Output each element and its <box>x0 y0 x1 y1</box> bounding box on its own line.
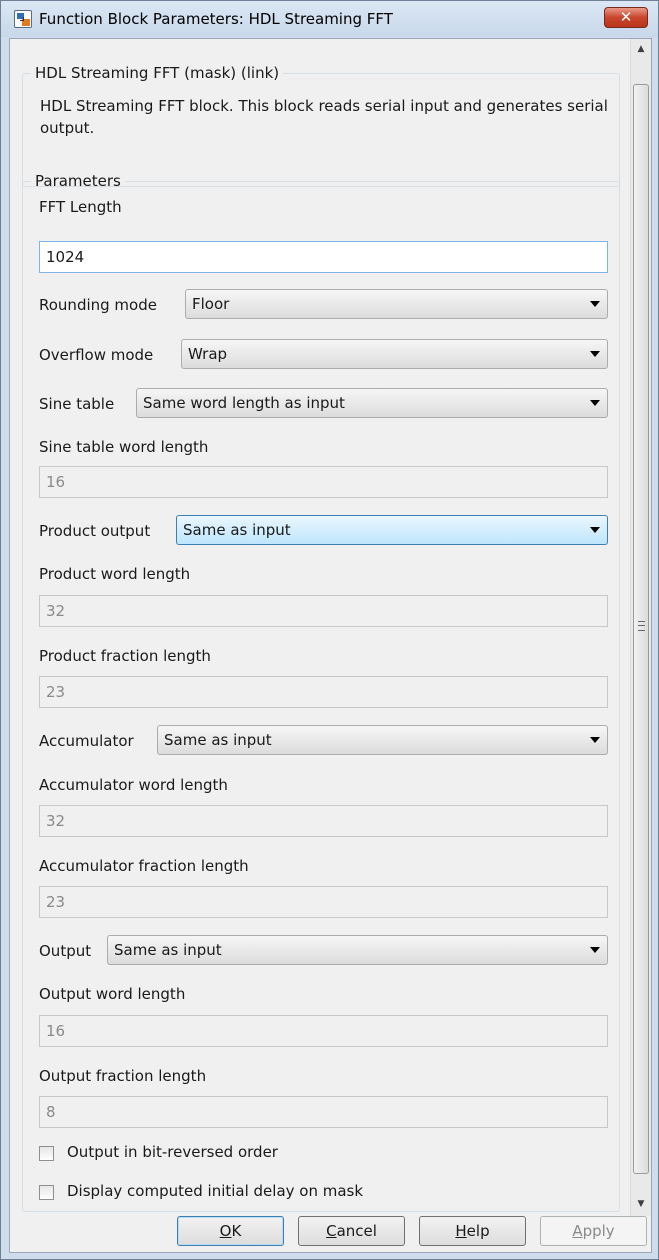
help-label-rest: elp <box>466 1222 490 1240</box>
output-value: Same as input <box>114 941 222 959</box>
output-word-length-field[interactable]: 16 <box>39 1015 608 1047</box>
rounding-mode-dropdown[interactable]: Floor <box>185 289 608 319</box>
output-dropdown[interactable]: Same as input <box>107 935 608 965</box>
ok-label-rest: K <box>231 1222 242 1240</box>
scroll-up-arrow-icon[interactable]: ▲ <box>631 39 651 59</box>
output-label: Output <box>39 942 92 960</box>
sine-table-word-length-label: Sine table word length <box>39 438 209 456</box>
scroll-down-arrow-icon[interactable]: ▼ <box>631 1194 651 1214</box>
output-word-length-label: Output word length <box>39 985 186 1003</box>
dialog-window: Function Block Parameters: HDL Streaming… <box>0 0 659 1260</box>
apply-mnemonic: A <box>572 1222 583 1240</box>
scroll-thumb[interactable] <box>633 84 649 1174</box>
fft-length-label: FFT Length <box>39 198 122 216</box>
vertical-scrollbar[interactable]: ▲ ▼ <box>630 39 651 1216</box>
cancel-mnemonic: C <box>326 1222 337 1240</box>
ok-button[interactable]: OK <box>177 1216 284 1246</box>
accumulator-value: Same as input <box>164 731 272 749</box>
dialog-client-area: HDL Streaming FFT (mask) (link) HDL Stre… <box>9 38 652 1253</box>
overflow-mode-label: Overflow mode <box>39 346 154 364</box>
accumulator-fraction-length-field[interactable]: 23 <box>39 886 608 918</box>
product-fraction-length-label: Product fraction length <box>39 647 211 665</box>
overflow-mode-value: Wrap <box>188 345 228 363</box>
chevron-down-icon <box>590 527 600 533</box>
apply-button[interactable]: Apply <box>540 1216 647 1246</box>
accumulator-dropdown[interactable]: Same as input <box>157 725 608 755</box>
bit-reversed-checkbox[interactable] <box>39 1146 54 1161</box>
sine-table-value: Same word length as input <box>143 394 345 412</box>
chevron-down-icon <box>590 301 600 307</box>
product-output-value: Same as input <box>183 521 291 539</box>
help-button[interactable]: Help <box>419 1216 526 1246</box>
product-word-length-label: Product word length <box>39 565 191 583</box>
close-button[interactable]: ✕ <box>604 7 648 28</box>
chevron-down-icon <box>590 947 600 953</box>
simulink-block-icon <box>14 10 32 28</box>
accumulator-word-length-field[interactable]: 32 <box>39 805 608 837</box>
description-group-title: HDL Streaming FFT (mask) (link) <box>35 64 280 82</box>
description-text: HDL Streaming FFT block. This block read… <box>40 97 608 137</box>
help-mnemonic: H <box>455 1222 467 1240</box>
bit-reversed-label: Output in bit-reversed order <box>67 1143 278 1161</box>
ok-mnemonic: O <box>219 1222 232 1240</box>
sine-table-label: Sine table <box>39 395 115 413</box>
rounding-mode-value: Floor <box>192 295 230 313</box>
chevron-down-icon <box>590 351 600 357</box>
window-title: Function Block Parameters: HDL Streaming… <box>39 10 393 28</box>
rounding-mode-label: Rounding mode <box>39 296 157 314</box>
display-delay-checkbox[interactable] <box>39 1185 54 1200</box>
sine-table-word-length-field[interactable]: 16 <box>39 466 608 498</box>
sine-table-dropdown[interactable]: Same word length as input <box>136 388 608 418</box>
chevron-down-icon <box>590 737 600 743</box>
product-fraction-length-field[interactable]: 23 <box>39 676 608 708</box>
product-output-label: Product output <box>39 522 151 540</box>
cancel-button[interactable]: Cancel <box>298 1216 405 1246</box>
parameters-group-title: Parameters <box>35 172 121 190</box>
title-bar[interactable]: Function Block Parameters: HDL Streaming… <box>1 1 658 37</box>
chevron-down-icon <box>590 400 600 406</box>
apply-label-rest: pply <box>582 1222 615 1240</box>
output-fraction-length-field[interactable]: 8 <box>39 1096 608 1128</box>
fft-length-field[interactable]: 1024 <box>39 241 608 273</box>
product-output-dropdown[interactable]: Same as input <box>176 515 608 545</box>
product-word-length-field[interactable]: 32 <box>39 595 608 627</box>
output-fraction-length-label: Output fraction length <box>39 1067 207 1085</box>
accumulator-fraction-length-label: Accumulator fraction length <box>39 857 249 875</box>
display-delay-label: Display computed initial delay on mask <box>67 1182 364 1200</box>
accumulator-label: Accumulator <box>39 732 134 750</box>
accumulator-word-length-label: Accumulator word length <box>39 776 228 794</box>
cancel-label-rest: ancel <box>336 1222 377 1240</box>
overflow-mode-dropdown[interactable]: Wrap <box>181 339 608 369</box>
grip-icon <box>638 621 645 631</box>
